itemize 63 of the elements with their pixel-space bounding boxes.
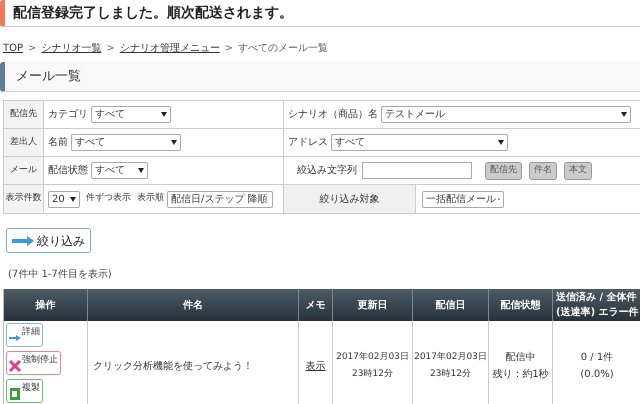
copy-button[interactable]: 複製 [6, 379, 43, 403]
dropdown[interactable]: テストメール [381, 106, 631, 123]
field-label: 配信状態 [48, 164, 88, 178]
stop-button[interactable]: 強制停止 [6, 351, 61, 375]
breadcrumb-current: すべてのメール一覧 [238, 42, 328, 56]
filter-label: 差出人 [4, 129, 44, 156]
breadcrumb-link[interactable]: シナリオ一覧 [41, 41, 102, 56]
sent-count: 0 / 1件 (0.0%) [580, 351, 614, 382]
field-label: 件ずつ表示 [86, 192, 131, 206]
field-toggle-button[interactable]: 配信先 [485, 162, 522, 180]
dropdown[interactable]: すべて [331, 134, 508, 151]
column-header: 送信済み / 全体件 (送達率) エラー件 [555, 290, 640, 320]
document-icon [9, 388, 21, 400]
column-header: メモ [299, 289, 333, 321]
breadcrumb-separator: > [224, 42, 234, 56]
delivery-status: 残り：約1秒 [492, 368, 549, 382]
column-header: 件名 [88, 289, 299, 321]
target-dropdown[interactable]: 一括配信メール [422, 190, 504, 208]
column-header: 配信状態 [489, 289, 553, 321]
field-label: シナリオ（商品）名 [288, 108, 378, 122]
filter-label: 表示件数 [4, 185, 44, 213]
column-header: 更新日 [333, 289, 413, 321]
breadcrumb-separator: > [28, 42, 36, 56]
section-heading: メール一覧 [0, 62, 640, 92]
field-label: 名前 [48, 136, 68, 150]
field-label: カテゴリ [48, 108, 88, 122]
breadcrumb-link[interactable]: TOP [3, 41, 24, 56]
breadcrumb-link[interactable]: シナリオ管理メニュー [120, 41, 220, 56]
filter-button[interactable]: 絞り込み [6, 228, 91, 253]
breadcrumb-separator: > [106, 42, 115, 56]
field-label: 絞込み文字列 [297, 164, 357, 178]
column-header: 操作 [4, 289, 88, 321]
caret-icon [498, 140, 504, 145]
result-count: (7件中 1-7件目を表示) [8, 268, 113, 282]
arrow-icon [9, 332, 21, 344]
detail-button[interactable]: 詳細 [6, 323, 43, 347]
filter-label: 配信先 [4, 101, 44, 128]
field-label: 表示順 [137, 192, 164, 206]
delivery-status: 配信中 [506, 350, 536, 365]
arrow-icon [12, 236, 34, 246]
field-toggle-button[interactable]: 本文 [564, 162, 592, 180]
field-label: アドレス [288, 136, 328, 150]
filter-label: メール [4, 157, 44, 184]
dropdown[interactable]: すべて [91, 162, 148, 179]
mail-subject: クリック分析機能を使ってみよう！ [93, 360, 253, 374]
updated-date: 2017年02月03日 23時12分 [336, 350, 409, 381]
field-toggle-button[interactable]: 件名 [529, 162, 557, 180]
sort-dropdown[interactable]: 配信日/ステップ 降順 [167, 190, 273, 208]
filter-label: 絞り込み対象 [284, 185, 416, 213]
caret-icon [171, 140, 177, 145]
delivery-date: 2017年02月03日 23時12分 [414, 350, 487, 381]
caret-icon [70, 196, 76, 202]
caret-icon [161, 112, 167, 117]
dropdown[interactable]: すべて [91, 106, 171, 123]
caret-icon [621, 112, 627, 117]
caret-icon [138, 168, 144, 173]
cross-icon [9, 360, 21, 372]
dropdown[interactable]: すべて [71, 134, 181, 151]
search-field[interactable] [362, 162, 472, 179]
per-page-dropdown[interactable]: 20 [48, 190, 80, 208]
success-message: 配信登録完了しました。順次配送されます。 [0, 0, 640, 27]
memo-link[interactable]: 表示 [306, 358, 326, 374]
column-header: 配信日 [413, 289, 489, 321]
